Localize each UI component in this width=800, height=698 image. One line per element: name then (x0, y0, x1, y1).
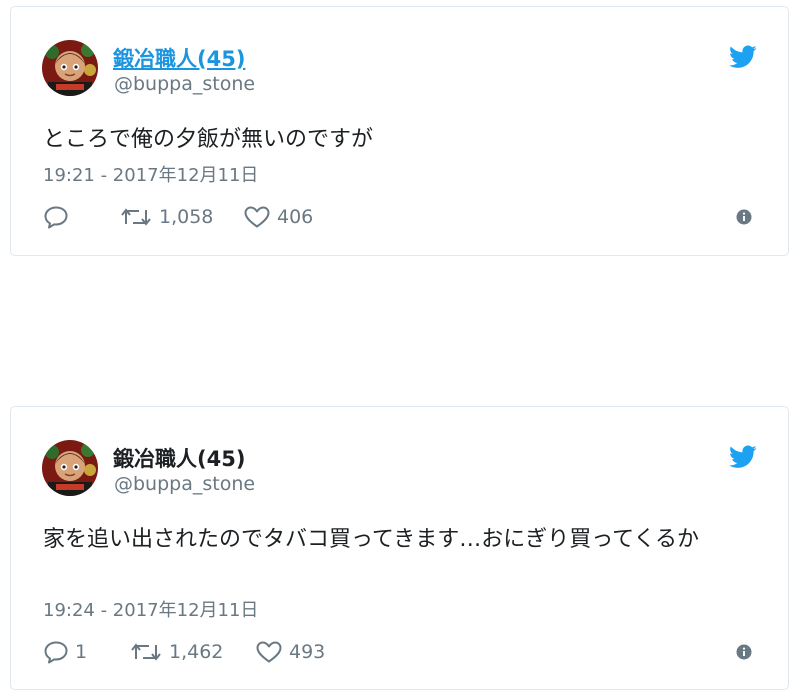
reply-count: 1 (75, 641, 88, 663)
author-name[interactable]: 鍛冶職人(45) (113, 443, 245, 473)
retweet-count: 1,058 (159, 206, 214, 228)
tweet-actions: 1,058 406 (43, 202, 763, 232)
like-count: 406 (277, 206, 314, 228)
tweet-text: ところで俺の夕飯が無いのですが (43, 127, 374, 152)
tweet-text: 家を追い出されたのでタバコ買ってきます…おにぎり買ってくるか (43, 527, 700, 552)
like-button[interactable]: 493 (255, 637, 325, 667)
tweet-card: 鍛冶職人(45) @buppa_stone 家を追い出されたのでタバコ買ってきま… (10, 406, 789, 690)
author-name-link[interactable]: 鍛冶職人(45) (113, 43, 245, 73)
reply-button[interactable]: 1 (43, 637, 87, 667)
retweet-button[interactable]: 1,462 (129, 637, 223, 667)
retweet-count: 1,462 (169, 641, 224, 663)
tweet-actions: 1 1,462 493 (43, 637, 763, 667)
timestamp-link[interactable]: 19:24 - 2017年12月11日 (43, 596, 258, 622)
twitter-bird-icon[interactable] (729, 45, 757, 69)
heart-icon (256, 641, 282, 663)
twitter-bird-icon[interactable] (729, 445, 757, 469)
info-icon[interactable] (736, 644, 752, 660)
like-button[interactable]: 406 (243, 202, 313, 232)
reply-button[interactable] (43, 202, 75, 232)
timestamp-link[interactable]: 19:21 - 2017年12月11日 (43, 161, 258, 187)
heart-icon (244, 206, 270, 228)
info-icon[interactable] (736, 209, 752, 225)
tweet-card: 鍛冶職人(45) @buppa_stone ところで俺の夕飯が無いのですが 19… (10, 6, 789, 256)
reply-icon (44, 641, 68, 664)
retweet-button[interactable]: 1,058 (119, 202, 213, 232)
author-handle[interactable]: @buppa_stone (114, 473, 255, 495)
reply-icon (44, 206, 68, 229)
author-handle[interactable]: @buppa_stone (114, 73, 255, 95)
avatar[interactable] (42, 40, 98, 96)
avatar[interactable] (42, 440, 98, 496)
like-count: 493 (289, 641, 326, 663)
retweet-icon (121, 208, 151, 226)
retweet-icon (131, 643, 161, 661)
